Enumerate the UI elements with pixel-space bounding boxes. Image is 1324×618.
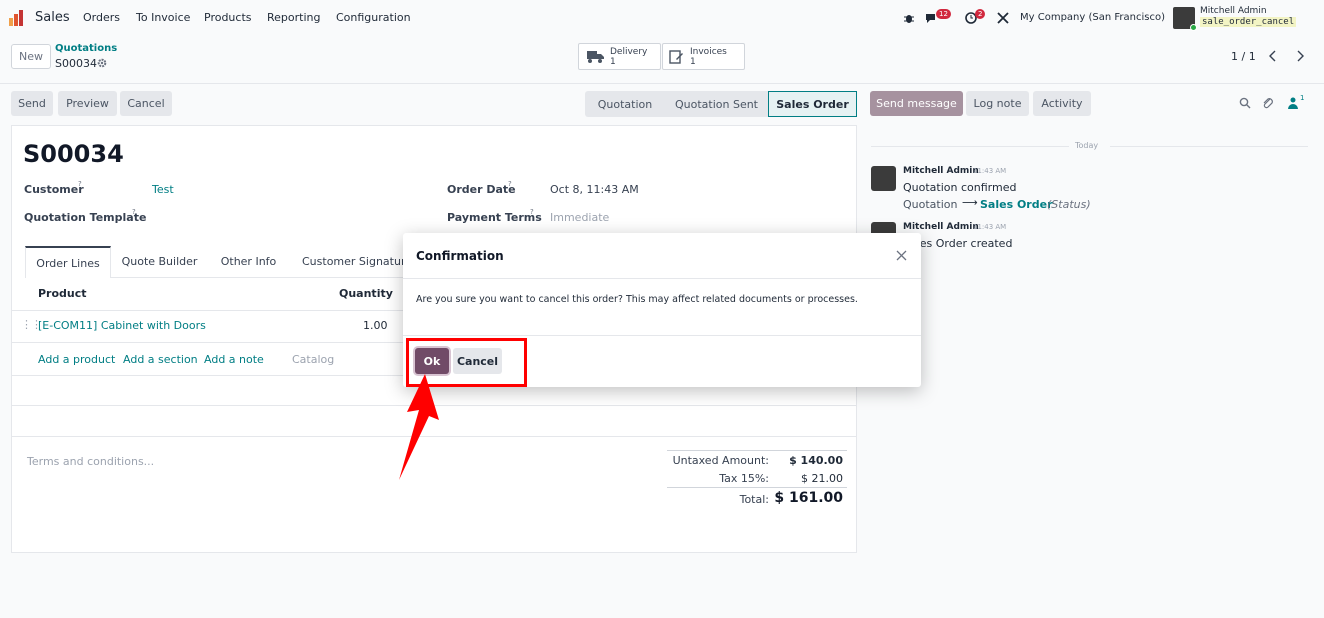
new-button[interactable]: New [11,44,51,69]
divider [667,450,847,451]
customer-field[interactable]: Test [152,183,174,196]
preview-button[interactable]: Preview [58,91,117,116]
followers-count: 1 [1300,94,1305,102]
stage-quotation[interactable]: Quotation [585,91,665,117]
message-body: Quotation confirmed [903,181,1017,194]
app-name[interactable]: Sales [35,10,70,25]
gear-icon[interactable] [97,58,107,68]
divider [871,146,1069,147]
catalog-button[interactable]: Catalog [292,353,334,366]
chevron-right-icon[interactable] [1294,50,1306,62]
messages-badge: 12 [936,9,951,19]
message-time: 11:43 AM [973,223,1007,231]
order-date-label: Order Date [447,183,516,196]
untaxed-label: Untaxed Amount: [672,454,769,467]
add-product-link[interactable]: Add a product [38,353,115,366]
database-name: sale_order_cancel [1200,17,1297,27]
divider [1110,146,1308,147]
tab-quote-builder[interactable]: Quote Builder [111,246,208,278]
company-switcher[interactable]: My Company (San Francisco) [1020,12,1165,23]
tracking-old-value: Quotation [903,198,958,211]
truck-icon [587,51,604,63]
delivery-smart-button[interactable]: Delivery 1 [578,43,661,70]
payment-terms-field[interactable]: Immediate [550,211,609,224]
close-icon[interactable] [896,250,907,261]
order-name: S00034 [23,140,124,168]
dialog-title: Confirmation [416,249,504,263]
followers-icon[interactable] [1288,97,1298,109]
col-quantity[interactable]: Quantity [339,287,393,300]
delivery-count: 1 [610,56,616,67]
stage-quotation-sent[interactable]: Quotation Sent [665,91,768,117]
message-author[interactable]: Mitchell Admin [903,166,979,176]
tab-other-info[interactable]: Other Info [208,246,289,278]
log-note-button[interactable]: Log note [966,91,1029,116]
cancel-order-button[interactable]: Cancel [120,91,172,116]
help-icon: ? [78,180,82,188]
tracking-new-value: Sales Order [980,198,1053,211]
breadcrumb-current: S00034 [55,57,97,70]
tab-order-lines[interactable]: Order Lines [25,246,111,278]
date-separator: Today [1075,141,1099,150]
avatar[interactable] [871,166,896,191]
quotation-template-label: Quotation Template [24,211,147,224]
bug-icon[interactable] [903,12,915,24]
avatar[interactable] [1173,7,1197,31]
help-icon: ? [132,208,136,216]
add-section-link[interactable]: Add a section [123,353,198,366]
red-arrow-icon [399,374,439,480]
pager-value[interactable]: 1 / 1 [1231,50,1256,63]
dialog-message: Are you sure you want to cancel this ord… [416,294,858,305]
customer-label: Customer [24,183,84,196]
divider [667,487,847,488]
invoices-count: 1 [690,56,696,67]
chevron-left-icon[interactable] [1267,50,1279,62]
paperclip-icon[interactable] [1262,96,1274,109]
line-quantity[interactable]: 1.00 [363,319,388,332]
help-icon: ? [508,180,512,188]
menu-reporting[interactable]: Reporting [267,11,320,24]
tax-amount: $ 21.00 [801,472,843,485]
help-icon: ? [530,208,534,216]
invoices-smart-button[interactable]: Invoices 1 [662,43,745,70]
invoice-edit-icon [669,49,683,64]
stage-sales-order[interactable]: Sales Order [768,91,857,117]
message-author[interactable]: Mitchell Admin [903,222,979,232]
line-product[interactable]: [E-COM11] Cabinet with Doors [38,319,206,332]
dialog-header: Confirmation [403,233,921,279]
menu-configuration[interactable]: Configuration [336,11,411,24]
menu-products[interactable]: Products [204,11,252,24]
payment-terms-label: Payment Terms [447,211,542,224]
add-note-link[interactable]: Add a note [204,353,264,366]
arrow-right-icon: ⟶ [962,196,978,209]
tracking-field: (Status) [1047,198,1091,211]
breadcrumb-quotations[interactable]: Quotations [55,43,117,54]
menu-to-invoice[interactable]: To Invoice [136,11,190,24]
order-date-field[interactable]: Oct 8, 11:43 AM [550,183,639,196]
tax-label: Tax 15%: [719,472,769,485]
activity-button[interactable]: Activity [1033,91,1091,116]
col-product[interactable]: Product [38,287,87,300]
terms-field[interactable]: Terms and conditions... [27,455,154,468]
total-label: Total: [739,493,769,506]
menu-orders[interactable]: Orders [83,11,120,24]
send-button[interactable]: Send [11,91,53,116]
user-name[interactable]: Mitchell Admin [1200,6,1267,16]
message-time: 11:43 AM [973,167,1007,175]
tab-customer-signature[interactable]: Customer Signature [289,246,403,278]
send-message-button[interactable]: Send message [870,91,963,116]
top-navbar: Sales Orders To Invoice Products Reporti… [0,0,1324,36]
divider [403,335,921,336]
total-amount: $ 161.00 [774,490,843,506]
sales-app-icon[interactable] [9,10,27,26]
activities-badge: 2 [975,9,986,19]
tools-icon[interactable] [997,12,1009,24]
delivery-label: Delivery [610,46,648,57]
invoices-label: Invoices [690,46,727,57]
search-icon[interactable] [1239,97,1251,109]
untaxed-amount: $ 140.00 [789,454,843,467]
